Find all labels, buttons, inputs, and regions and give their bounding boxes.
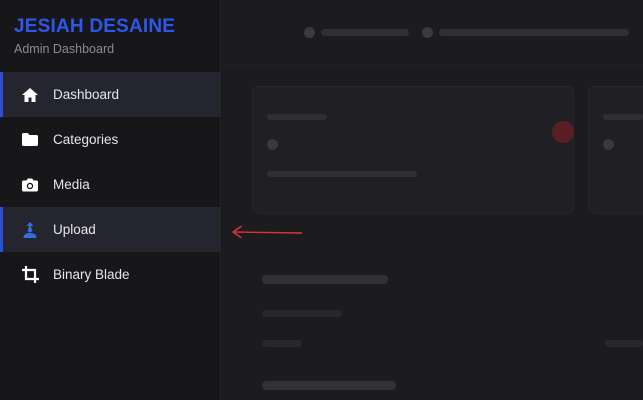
top-bar: [222, 0, 643, 65]
brand-subtitle: Admin Dashboard: [14, 42, 115, 56]
blurred-text: [267, 114, 327, 120]
top-bar-chip: [422, 26, 629, 38]
sidebar-item-label: Categories: [53, 132, 119, 147]
stat-card: [252, 86, 574, 214]
main-content-dimmed: [222, 0, 643, 400]
sidebar-item-label: Binary Blade: [53, 267, 130, 282]
annotation-arrow-icon: [232, 225, 303, 239]
blurred-text: [603, 114, 643, 120]
blurred-text: [262, 310, 342, 317]
blurred-text: [262, 340, 302, 347]
blurred-text: [267, 171, 417, 177]
sidebar-item-upload[interactable]: Upload: [0, 207, 221, 252]
upload-user-icon: [20, 220, 40, 240]
blurred-text: [605, 340, 643, 347]
sidebar: JESIAH DESAINE Admin Dashboard Dashboard: [0, 0, 221, 400]
section-heading: [262, 381, 396, 390]
stat-card: [588, 86, 643, 214]
sidebar-item-label: Dashboard: [53, 87, 120, 102]
stat-icon: [603, 139, 614, 150]
brand-title: JESIAH DESAINE: [14, 16, 176, 37]
user-icon: [422, 26, 433, 38]
blurred-text: [321, 28, 409, 36]
alert-icon: [552, 121, 574, 143]
sidebar-item-label: Upload: [53, 222, 96, 237]
section-heading: [262, 275, 388, 284]
globe-icon: [304, 26, 315, 38]
sidebar-nav: Dashboard Categories Media Upload Binary…: [0, 72, 221, 297]
sidebar-item-label: Media: [53, 177, 90, 192]
sidebar-item-binary-blade[interactable]: Binary Blade: [0, 252, 221, 297]
top-bar-chip: [304, 26, 409, 38]
folder-icon: [20, 130, 40, 150]
brand: JESIAH DESAINE Admin Dashboard: [14, 16, 175, 56]
blurred-text: [439, 28, 629, 36]
camera-icon: [20, 175, 40, 195]
stat-icon: [267, 139, 278, 150]
home-icon: [20, 85, 40, 105]
app-window: JESIAH DESAINE Admin Dashboard Dashboard: [0, 0, 643, 400]
sidebar-item-media[interactable]: Media: [0, 162, 221, 207]
crop-icon: [20, 265, 40, 285]
sidebar-item-categories[interactable]: Categories: [0, 117, 221, 162]
sidebar-item-dashboard[interactable]: Dashboard: [0, 72, 221, 117]
